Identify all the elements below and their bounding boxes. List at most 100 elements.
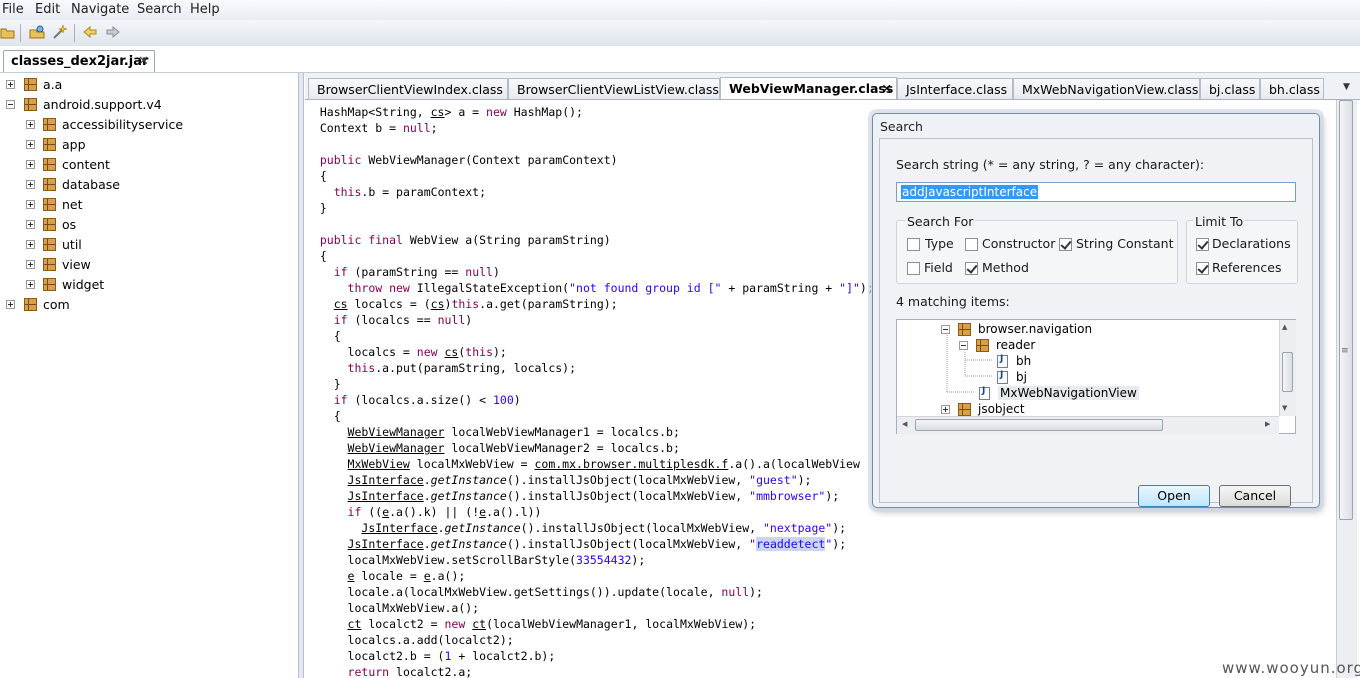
- tree-node-label: os: [62, 217, 77, 232]
- scrollbar-thumb[interactable]: [1282, 352, 1293, 392]
- close-icon[interactable]: ✕: [882, 81, 892, 96]
- tree-node-label: content: [62, 157, 110, 172]
- tree-node-label: a.a: [43, 77, 63, 92]
- tab-bh[interactable]: bh.class: [1260, 78, 1324, 99]
- menu-navigate[interactable]: Navigate: [71, 2, 129, 17]
- tab-browserclientviewindex[interactable]: BrowserClientViewIndex.class: [308, 78, 508, 99]
- tab-browserclientviewlistview[interactable]: BrowserClientViewListView.class: [508, 78, 720, 99]
- expand-icon[interactable]: [26, 120, 35, 129]
- package-icon: [976, 339, 989, 352]
- expand-icon[interactable]: [26, 280, 35, 289]
- code-line: Context b = null;: [306, 121, 438, 135]
- java-class-icon: [979, 386, 990, 400]
- search-dialog: Search Search string (* = any string, ? …: [872, 113, 1320, 508]
- package-icon: [24, 78, 37, 91]
- tree-node-label: util: [62, 237, 82, 252]
- package-icon: [958, 323, 971, 336]
- code-line: localct2.b = (1 + localct2.b);: [306, 649, 556, 663]
- package-icon: [43, 158, 56, 171]
- code-line: JsInterface.getInstance().installJsObjec…: [347, 489, 840, 503]
- expand-icon[interactable]: [26, 140, 35, 149]
- code-line: throw new IllegalStateException("not fou…: [347, 281, 874, 295]
- grip-icon: ≡: [1341, 346, 1349, 356]
- field-checkbox[interactable]: [907, 262, 920, 275]
- expand-icon[interactable]: [6, 300, 15, 309]
- code-line: if (localcs.a.size() < 100): [333, 393, 521, 407]
- open-file-icon[interactable]: [29, 24, 45, 40]
- tab-mxwebnavigationview[interactable]: MxWebNavigationView.class: [1013, 78, 1200, 99]
- code-line: }: [306, 377, 341, 391]
- results-tree[interactable]: browser.navigation reader bh bj MxWebNav…: [896, 319, 1296, 434]
- dialog-title: Search: [880, 119, 923, 134]
- close-icon[interactable]: ✕: [138, 54, 149, 69]
- constructor-checkbox[interactable]: [965, 238, 978, 251]
- constructor-label: Constructor: [982, 236, 1056, 251]
- references-checkbox[interactable]: [1196, 262, 1209, 275]
- tab-list-dropdown-icon[interactable]: ▼: [1343, 82, 1350, 92]
- expand-icon[interactable]: [6, 80, 15, 89]
- scroll-down-icon[interactable]: ▼: [1282, 404, 1287, 412]
- scroll-left-icon[interactable]: ◀: [902, 420, 907, 428]
- expand-icon[interactable]: [26, 260, 35, 269]
- tab-label: BrowserClientViewIndex.class: [317, 82, 503, 97]
- type-checkbox[interactable]: [907, 238, 920, 251]
- package-icon: [43, 138, 56, 151]
- tab-label: JsInterface.class: [906, 82, 1008, 97]
- open-folder-icon[interactable]: [0, 24, 16, 40]
- tab-bj[interactable]: bj.class: [1200, 78, 1260, 99]
- code-line: HashMap<String, cs> a = new HashMap();: [306, 105, 583, 119]
- package-icon: [43, 258, 56, 271]
- pane-splitter[interactable]: [298, 73, 304, 678]
- java-class-icon: [997, 370, 1008, 384]
- expand-icon[interactable]: [941, 405, 950, 414]
- package-icon: [958, 403, 971, 416]
- results-hscrollbar[interactable]: ◀ ▶: [897, 416, 1279, 434]
- forward-arrow-icon[interactable]: [105, 24, 121, 40]
- collapse-icon[interactable]: [6, 100, 15, 109]
- expand-icon[interactable]: [26, 180, 35, 189]
- watermark: www.wooyun.org: [1222, 659, 1360, 677]
- tree-node-label: android.support.v4: [43, 97, 162, 112]
- package-icon: [24, 98, 37, 111]
- scrollbar-thumb[interactable]: [915, 419, 1163, 431]
- open-button[interactable]: Open: [1138, 485, 1210, 507]
- expand-icon[interactable]: [26, 240, 35, 249]
- cancel-button[interactable]: Cancel: [1219, 485, 1291, 507]
- declarations-checkbox[interactable]: [1196, 238, 1209, 251]
- method-label: Method: [982, 260, 1029, 275]
- code-line: JsInterface.getInstance().installJsObjec…: [347, 537, 847, 551]
- expand-icon[interactable]: [26, 220, 35, 229]
- menu-edit[interactable]: Edit: [35, 2, 60, 17]
- code-line: locale.a(localMxWebView.getSettings()).u…: [306, 585, 763, 599]
- expand-icon[interactable]: [26, 160, 35, 169]
- package-icon: [43, 278, 56, 291]
- collapse-icon[interactable]: [959, 341, 968, 350]
- code-line: {: [306, 329, 341, 343]
- tab-webviewmanager[interactable]: WebViewManager.class ✕: [720, 77, 897, 99]
- expand-icon[interactable]: [26, 200, 35, 209]
- package-icon: [24, 298, 37, 311]
- package-icon: [43, 118, 56, 131]
- back-arrow-icon[interactable]: [82, 24, 98, 40]
- tree-node-label: app: [62, 137, 86, 152]
- result-label: bj: [1016, 370, 1027, 384]
- editor-scrollbar[interactable]: ≡: [1336, 100, 1357, 678]
- toolbar: [0, 20, 1360, 47]
- file-tab[interactable]: classes_dex2jar.jar ✕: [3, 50, 155, 72]
- method-checkbox[interactable]: [965, 262, 978, 275]
- search-input[interactable]: addJavascriptInterface: [896, 182, 1296, 202]
- scrollbar-thumb[interactable]: [1339, 100, 1353, 520]
- scroll-up-icon[interactable]: ▲: [1282, 323, 1287, 331]
- collapse-icon[interactable]: [941, 325, 950, 334]
- code-line: JsInterface.getInstance().installJsObjec…: [361, 521, 847, 535]
- code-line: }: [306, 201, 327, 215]
- wand-icon[interactable]: [52, 24, 68, 40]
- menu-file[interactable]: File: [2, 2, 24, 17]
- string-constant-checkbox[interactable]: [1059, 238, 1072, 251]
- editor-tab-bar: BrowserClientViewIndex.class BrowserClie…: [305, 73, 1360, 100]
- results-vscrollbar[interactable]: ▲ ▼: [1279, 320, 1296, 416]
- menu-help[interactable]: Help: [190, 2, 220, 17]
- tab-jsinterface[interactable]: JsInterface.class: [897, 78, 1013, 99]
- menu-search[interactable]: Search: [137, 2, 182, 17]
- scroll-right-icon[interactable]: ▶: [1265, 420, 1270, 428]
